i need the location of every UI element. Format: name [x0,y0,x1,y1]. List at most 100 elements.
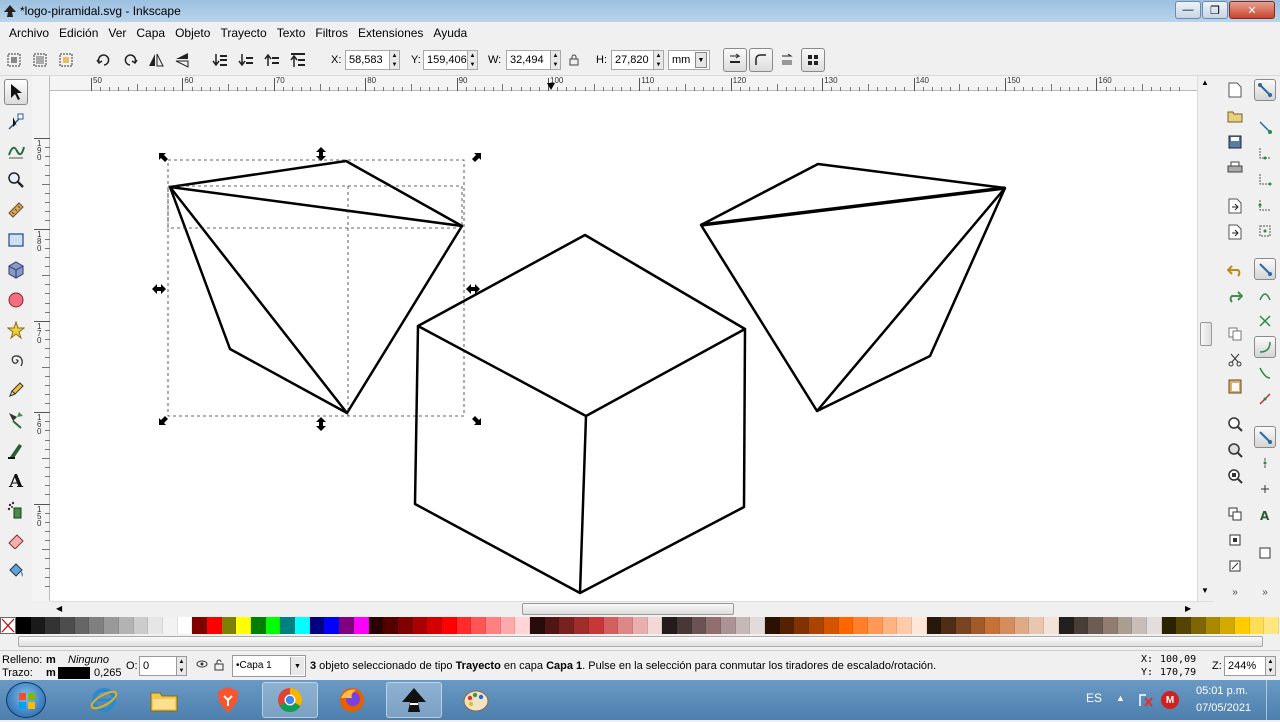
snap-paths-button[interactable] [1254,284,1276,306]
handle-n[interactable] [316,147,326,161]
palette-scroll-thumb[interactable] [18,636,1263,647]
color-swatch[interactable] [794,617,810,634]
drawing-canvas[interactable] [50,91,1197,601]
color-swatch[interactable] [1249,617,1265,634]
more-commands-button[interactable]: » [1224,581,1246,603]
select-all-button[interactable] [4,50,24,70]
scroll-up-icon[interactable]: ▲ [1201,78,1209,87]
pen-tool[interactable] [4,407,28,433]
color-swatch[interactable] [1191,617,1206,634]
menu-ver[interactable]: Ver [103,26,131,40]
snap-bbox-midpoint-button[interactable] [1254,194,1276,216]
paste-button[interactable] [1224,375,1246,397]
color-swatch[interactable] [941,617,956,634]
zoom-page-button[interactable] [1224,465,1246,487]
color-swatch[interactable] [280,617,296,634]
lock-ratio-button[interactable] [566,50,582,70]
right-pyramid[interactable] [699,162,1007,413]
x-input[interactable]: 58,583 [345,50,390,70]
unlink-clone-button[interactable] [1224,555,1246,577]
color-swatch[interactable] [544,617,560,634]
print-button[interactable] [1224,157,1246,179]
layer-lock-icon[interactable] [214,659,224,674]
color-swatch[interactable] [162,617,178,634]
layer-select[interactable]: •Capa 1 ▼ [232,655,306,677]
y-spinner[interactable]: ▲ ▼ [468,50,478,70]
action-center-icon[interactable] [1138,692,1154,711]
snap-text-baseline-button[interactable]: A [1254,504,1276,526]
snap-bbox-corner-button[interactable] [1254,168,1276,190]
color-swatch[interactable] [104,617,119,634]
scroll-down-icon[interactable]: ▼ [1201,586,1209,595]
zoom-drawing-button[interactable] [1224,439,1246,461]
taskbar-inkscape[interactable] [386,682,442,718]
color-swatch[interactable] [133,617,149,634]
snap-bbox-center-button[interactable] [1254,220,1276,242]
flip-horizontal-button[interactable] [146,50,166,70]
color-swatch[interactable] [251,617,266,634]
snap-line-midpoints-button[interactable] [1254,388,1276,410]
handle-w[interactable] [152,284,166,294]
color-swatch[interactable] [970,617,986,634]
color-swatch[interactable] [486,617,501,634]
star-tool[interactable] [4,317,28,343]
color-swatch[interactable] [867,617,883,634]
color-swatch[interactable] [1264,617,1280,634]
paint-bucket-tool[interactable] [4,557,28,583]
color-swatch[interactable] [676,617,692,634]
new-document-button[interactable] [1224,79,1246,101]
spray-tool[interactable] [4,497,28,523]
color-swatch[interactable] [16,617,31,634]
color-swatch[interactable] [118,617,134,634]
color-swatch[interactable] [853,617,868,634]
handle-s[interactable] [316,417,326,431]
more-snap-button[interactable]: » [1254,581,1276,603]
color-swatch[interactable] [1161,617,1177,634]
w-input[interactable]: 32,494 [506,50,551,70]
color-swatch[interactable] [530,617,545,634]
color-swatch[interactable] [89,617,105,634]
snap-others-toggle[interactable] [1254,426,1276,448]
color-swatch[interactable] [1235,617,1250,634]
color-swatch[interactable] [353,617,369,634]
taskbar-chrome[interactable] [262,682,318,718]
transform-patterns-toggle[interactable] [801,48,825,72]
y-input[interactable]: 159,406 [423,50,468,70]
cut-button[interactable] [1224,349,1246,371]
stroke-color-swatch[interactable] [58,667,90,679]
transform-gradients-toggle[interactable] [777,50,797,70]
clone-button[interactable] [1224,529,1246,551]
tweak-tool[interactable] [4,137,28,163]
color-swatch[interactable] [206,617,222,634]
handle-ne[interactable] [472,153,481,162]
snap-cusp-nodes-toggle[interactable] [1254,336,1276,358]
color-swatch[interactable] [60,617,75,634]
color-swatch[interactable] [838,617,854,634]
color-swatch[interactable] [265,617,281,634]
color-swatch[interactable] [1117,617,1133,634]
h-input[interactable]: 27,820 [611,50,654,70]
copy-button[interactable] [1224,323,1246,345]
restore-button[interactable]: ❐ [1202,1,1228,19]
color-swatch[interactable] [1044,617,1059,634]
show-hidden-icons-icon[interactable]: ▲ [1116,693,1125,703]
color-swatch[interactable] [750,617,766,634]
color-swatch[interactable] [632,617,648,634]
color-swatch[interactable] [339,617,354,634]
show-desktop-button[interactable] [1266,680,1280,720]
color-swatch[interactable] [309,617,325,634]
menu-archivo[interactable]: Archivo [4,26,54,40]
language-indicator[interactable]: ES [1086,691,1102,705]
color-swatch[interactable] [735,617,751,634]
x-spinner[interactable]: ▲ ▼ [390,50,400,70]
scroll-left-icon[interactable]: ◀ [56,604,62,613]
menu-extensiones[interactable]: Extensiones [353,26,428,40]
color-swatch[interactable] [911,617,927,634]
opacity-spinner[interactable]: ▲ ▼ [177,656,187,676]
redo-button[interactable] [1224,285,1246,307]
color-swatch[interactable] [765,617,780,634]
color-swatch[interactable] [1014,617,1030,634]
menu-capa[interactable]: Capa [131,26,170,40]
taskbar-paint[interactable] [448,682,504,718]
vertical-scroll-thumb[interactable] [1200,322,1212,346]
